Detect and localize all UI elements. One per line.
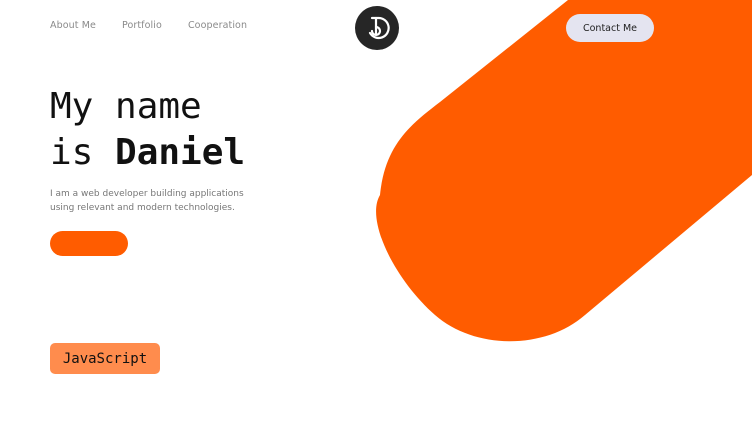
logo-glyph bbox=[368, 16, 390, 40]
hero-description: I am a web developer building applicatio… bbox=[50, 189, 244, 213]
nav-item-portfolio[interactable]: Portfolio bbox=[122, 20, 162, 31]
hero-title-line-1: My name bbox=[50, 86, 202, 127]
nav-item-about-me[interactable]: About Me bbox=[50, 20, 96, 31]
main-nav: About Me Portfolio Cooperation bbox=[50, 20, 247, 31]
hero-cta-button[interactable] bbox=[50, 231, 128, 256]
hero-title-prefix: is bbox=[50, 132, 116, 173]
hero-title-line-2: is Daniel bbox=[50, 130, 245, 176]
nav-item-cooperation[interactable]: Cooperation bbox=[188, 20, 247, 31]
skill-badge: JavaScript bbox=[50, 343, 160, 374]
hero-title-name: Daniel bbox=[115, 132, 246, 173]
hero-title: My name is Daniel bbox=[50, 84, 245, 176]
contact-me-button[interactable]: Contact Me bbox=[566, 14, 654, 42]
letter-d-logo-icon[interactable] bbox=[355, 6, 399, 50]
